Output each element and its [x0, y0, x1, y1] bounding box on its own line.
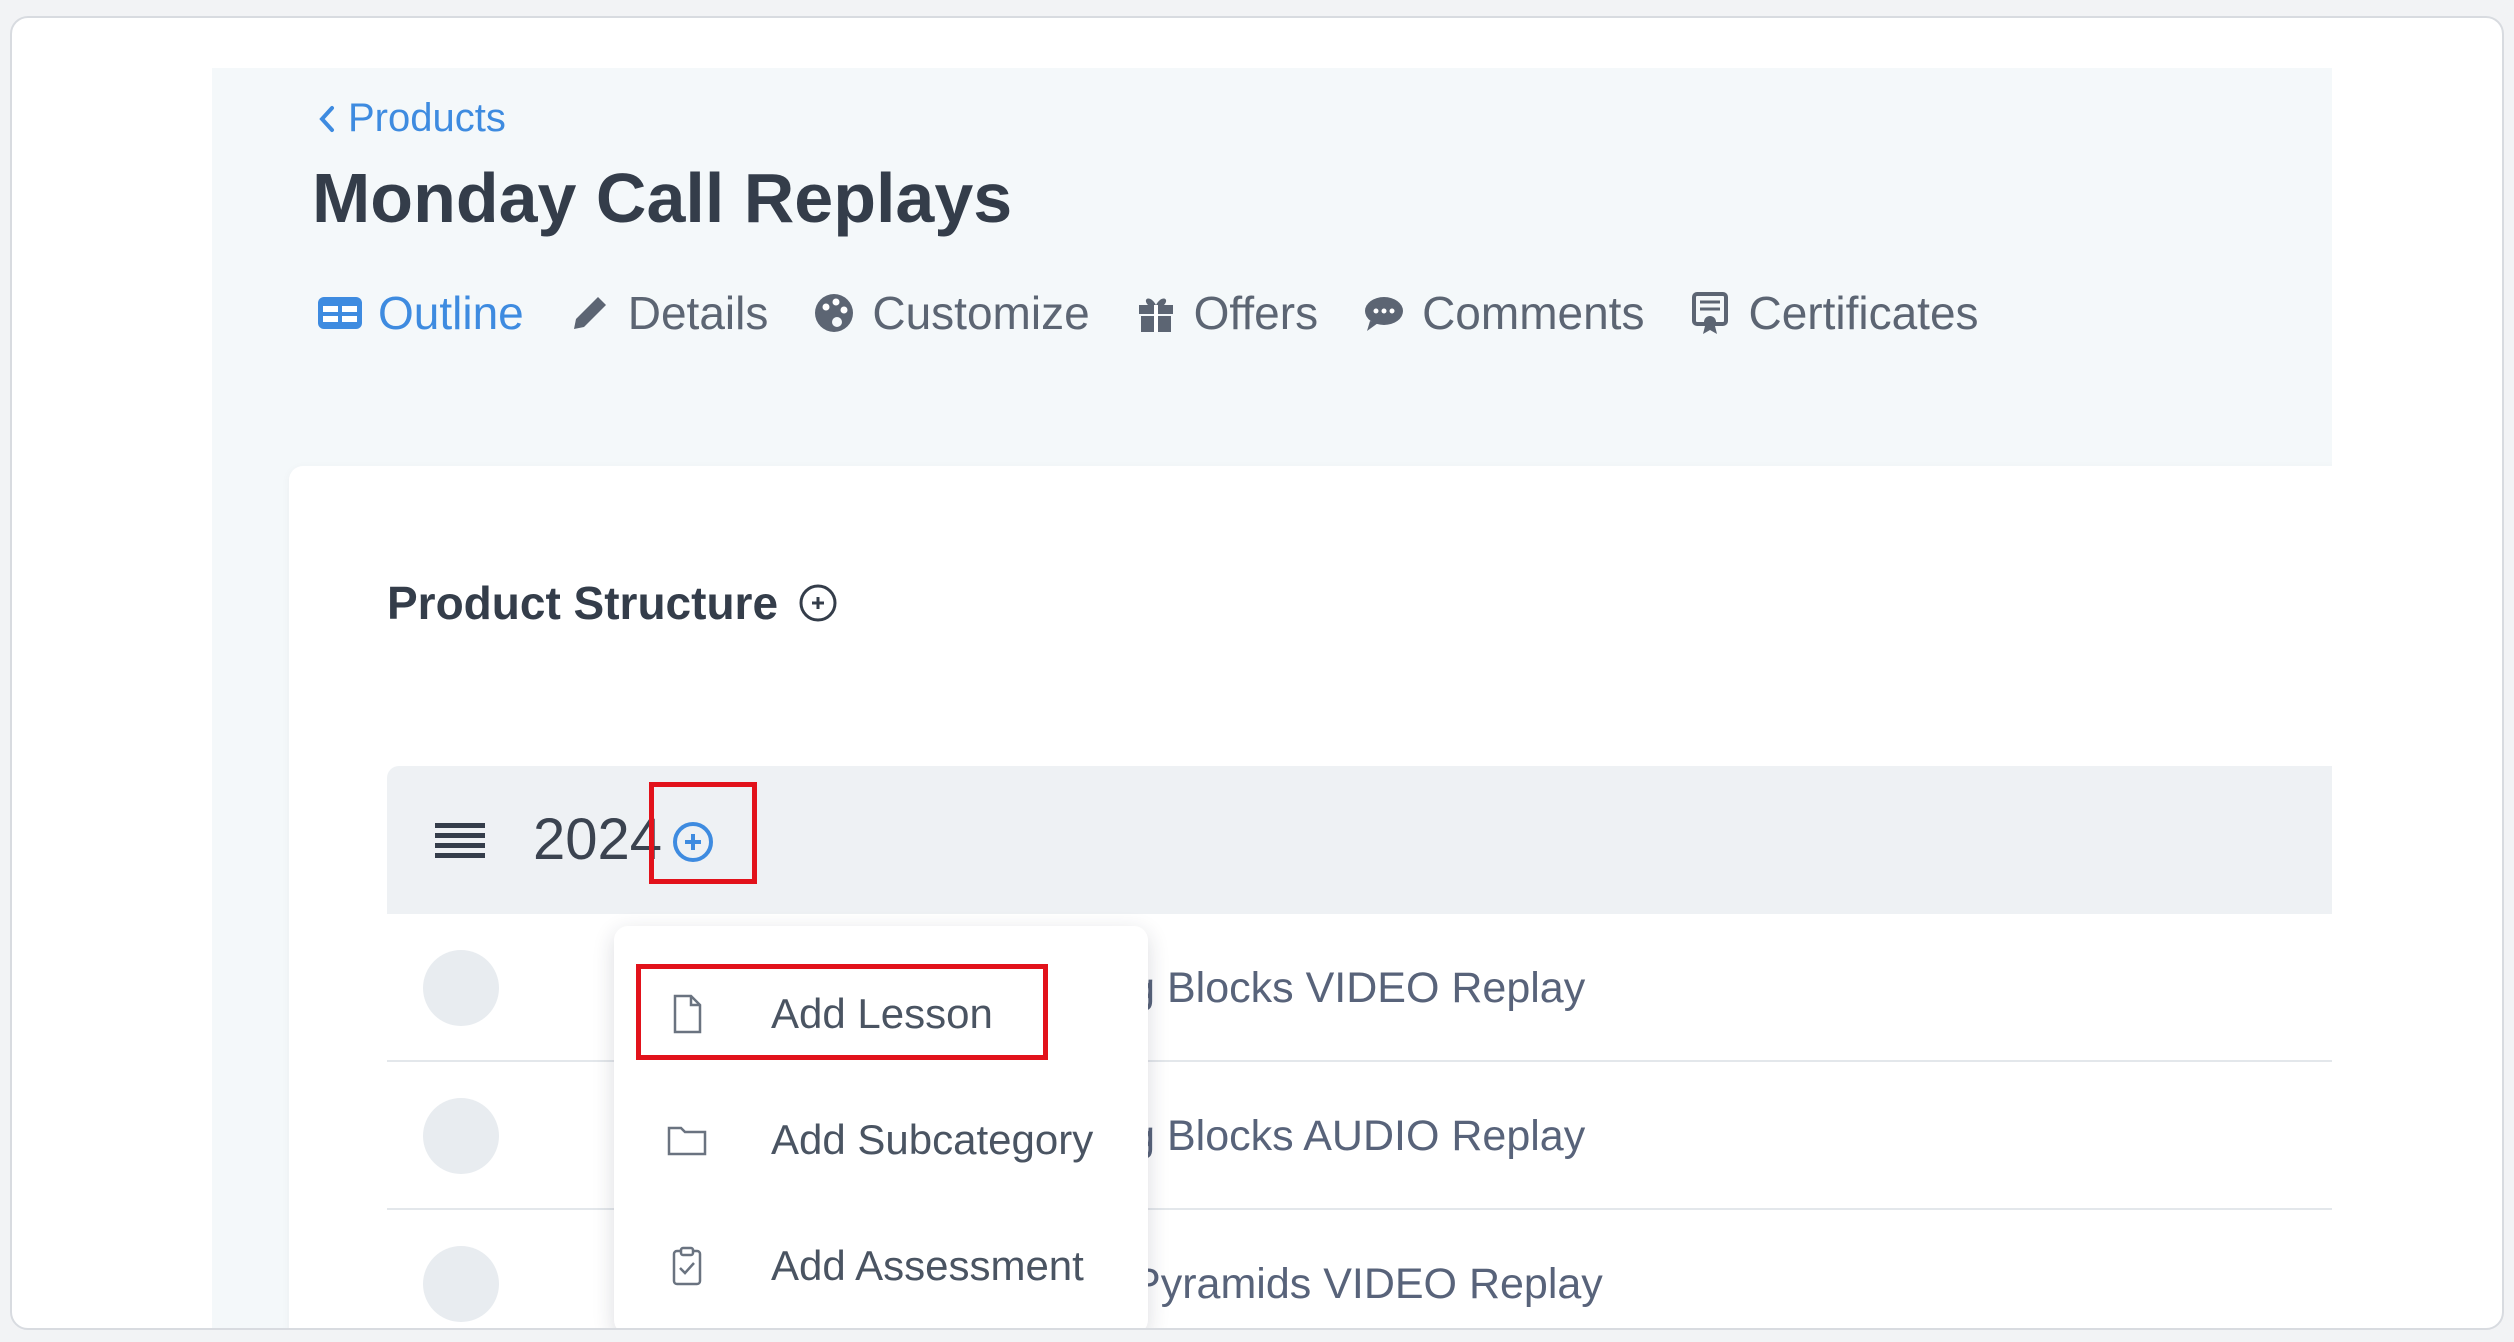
tab-details-label: Details [627, 287, 769, 339]
tab-outline[interactable]: Outline [316, 286, 524, 340]
table-icon [318, 297, 362, 329]
highlight-box-add-item [649, 782, 757, 884]
clipboard-check-icon [672, 1246, 702, 1286]
add-category-icon[interactable] [796, 581, 840, 625]
category-label: 2024 [533, 807, 663, 872]
tab-details[interactable]: Details [566, 286, 769, 340]
tab-offers[interactable]: Offers [1132, 286, 1318, 340]
product-structure-card: Product Structure 2024 + Building Blocks… [289, 466, 2332, 1328]
category-row[interactable]: 2024 [387, 766, 2332, 914]
tab-offers-label: Offers [1193, 287, 1319, 339]
page-title: Monday Call Replays [312, 159, 1013, 237]
tab-certificates-label: Certificates [1748, 287, 1979, 339]
lesson-icon [423, 950, 499, 1026]
add-subcategory-label: Add Subcategory [771, 1116, 1094, 1163]
back-link-label: Products [348, 96, 506, 140]
lesson-icon [423, 1246, 499, 1322]
screenshot-frame: Products Monday Call Replays Outline Det… [10, 16, 2504, 1330]
product-structure-title: Product Structure [387, 577, 779, 629]
tab-bar: Outline Details Customize Offers Comment… [316, 286, 1979, 340]
chevron-left-icon [319, 105, 334, 132]
certificate-icon [1692, 292, 1729, 334]
add-assessment-option[interactable]: Add Assessment [614, 1206, 1148, 1326]
add-subcategory-option[interactable]: Add Subcategory [614, 1080, 1148, 1200]
add-assessment-label: Add Assessment [771, 1242, 1084, 1289]
tab-customize-label: Customize [872, 287, 1090, 339]
add-item-dropdown: Add Lesson Add Subcategory Add Assessmen… [614, 926, 1148, 1328]
product-editor: Products Monday Call Replays Outline Det… [212, 68, 2332, 1328]
folder-icon [667, 1126, 707, 1156]
pencil-icon [573, 297, 606, 329]
tab-outline-label: Outline [378, 287, 524, 339]
tab-comments[interactable]: Comments [1360, 286, 1644, 340]
comment-icon [1365, 297, 1404, 331]
highlight-box-add-lesson [636, 964, 1048, 1060]
back-to-products-link[interactable]: Products [316, 96, 506, 141]
tab-customize[interactable]: Customize [810, 286, 1090, 340]
palette-icon [815, 294, 854, 332]
tab-comments-label: Comments [1422, 287, 1645, 339]
product-structure-heading: Product Structure [387, 576, 840, 630]
drag-handle-icon[interactable] [435, 821, 485, 861]
lesson-icon [423, 1098, 499, 1174]
tab-certificates[interactable]: Certificates [1686, 286, 1979, 340]
gift-icon [1138, 298, 1173, 332]
